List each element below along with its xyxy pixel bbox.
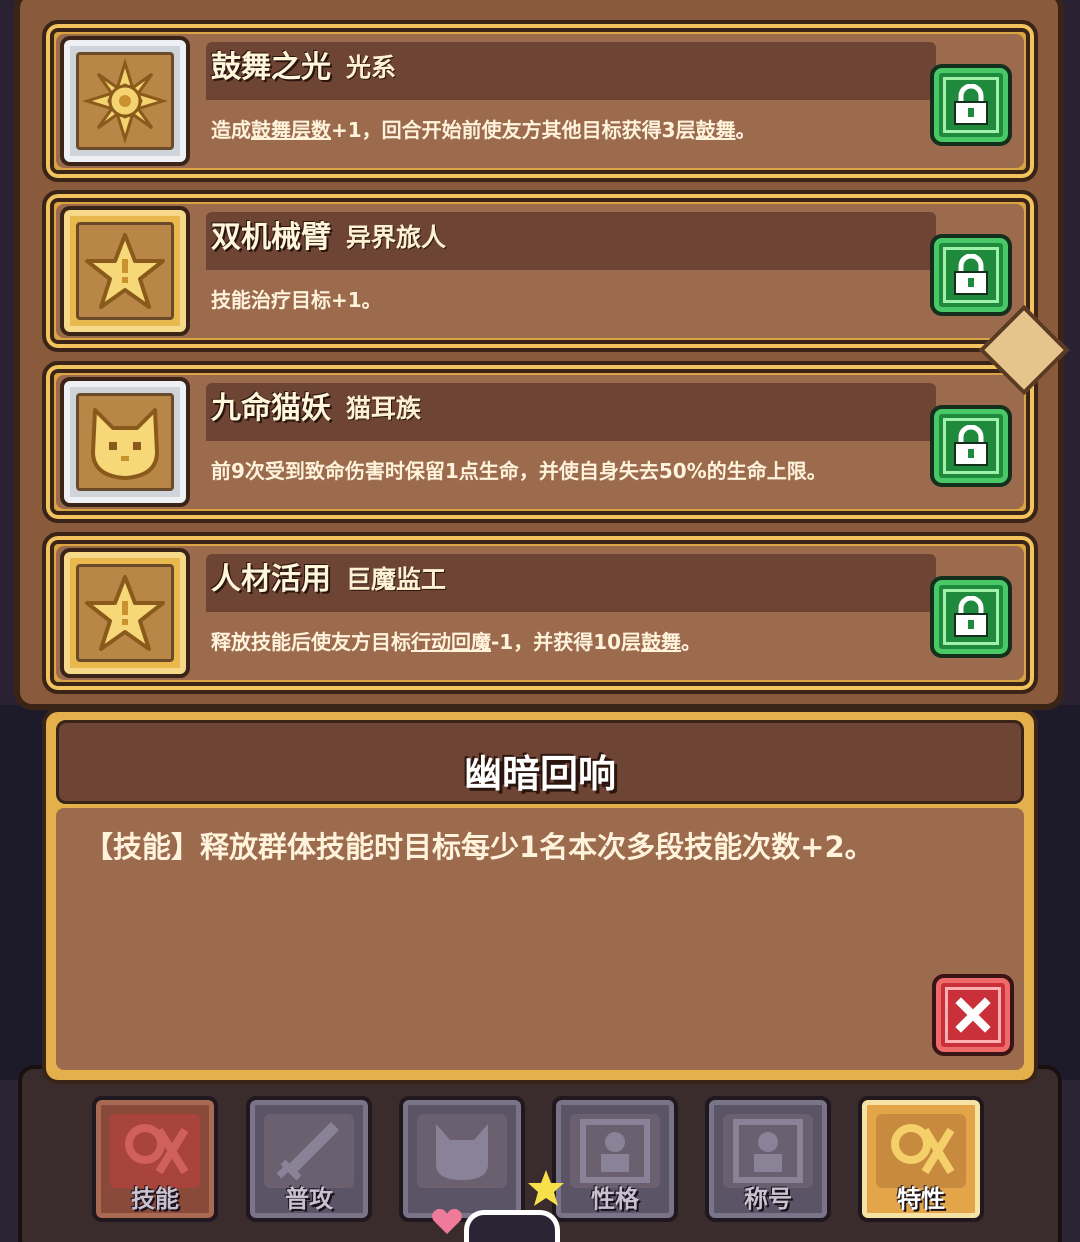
trait-icon-frame [60, 377, 190, 507]
keyword-link[interactable]: 鼓舞层数 [251, 118, 331, 142]
trait-icon-frame [60, 206, 190, 336]
desc-text: 造成 [211, 118, 251, 142]
popup-header: 幽暗回响 [56, 720, 1024, 804]
trait-icon [891, 1124, 955, 1175]
trait-icon-frame [60, 36, 190, 166]
sword-icon [276, 1122, 339, 1181]
tab-art [417, 1114, 507, 1188]
trait-title: 人材活用 [211, 563, 331, 596]
personality-icon [580, 1119, 650, 1183]
title-icon [733, 1119, 803, 1183]
desc-text: 前9次受到致命伤害时保留1点生命，并使自身失去50%的生命上限。 [211, 459, 827, 483]
desc-text: 。 [681, 630, 702, 654]
tab-personality[interactable]: 性格 [552, 1096, 678, 1222]
trait-card[interactable]: 鼓舞之光 光系 造成鼓舞层数+1，回合开始前使友方其他目标获得3层鼓舞。 [42, 20, 1038, 182]
tab-art [264, 1114, 354, 1188]
lock-button[interactable] [930, 576, 1012, 658]
trait-description: 技能治疗目标+1。 [211, 284, 382, 313]
lock-icon [954, 596, 988, 637]
lock-icon [954, 254, 988, 295]
trait-source: 光系 [346, 53, 397, 82]
star-icon [85, 233, 165, 309]
star-icon [85, 575, 165, 651]
tab-trait[interactable]: 特性 [858, 1096, 984, 1222]
trait-card-body [56, 375, 1024, 509]
heart-icon [432, 1208, 462, 1234]
popup-body: 【技能】释放群体技能时目标每少1名本次多段技能次数+2。 [56, 808, 1024, 1070]
tab-title[interactable]: 称号 [705, 1096, 831, 1222]
tab-normal-attack[interactable]: 普攻 [246, 1096, 372, 1222]
star-sparkle-icon [528, 1170, 564, 1206]
popup-description: 【技能】释放群体技能时目标每少1名本次多段技能次数+2。 [84, 830, 874, 864]
tab-skill[interactable]: 技能 [92, 1096, 218, 1222]
trait-card[interactable]: 人材活用 巨魔监工 释放技能后使友方目标行动回魔-1，并获得10层鼓舞。 [42, 532, 1038, 694]
keyword-link[interactable]: 行动回魔 [411, 630, 491, 654]
trait-description: 释放技能后使友方目标行动回魔-1，并获得10层鼓舞。 [211, 626, 701, 655]
keyword-link[interactable]: 鼓舞 [641, 630, 681, 654]
sun-icon [83, 59, 167, 143]
trait-source: 猫耳族 [346, 394, 422, 423]
trait-card-body [56, 34, 1024, 168]
keyword-link[interactable]: 鼓舞 [696, 118, 736, 142]
trait-description: 前9次受到致命伤害时保留1点生命，并使自身失去50%的生命上限。 [211, 455, 827, 484]
tab-art [570, 1114, 660, 1188]
tab-label: 技能 [131, 1185, 179, 1213]
tab-art [723, 1114, 813, 1188]
lock-icon [954, 425, 988, 466]
tab-label: 普攻 [285, 1185, 333, 1213]
lock-button[interactable] [930, 234, 1012, 316]
lock-button[interactable] [930, 64, 1012, 146]
lock-button[interactable] [930, 405, 1012, 487]
desc-text: 技能治疗目标+1。 [211, 288, 382, 312]
trait-icon-frame [60, 548, 190, 678]
trait-card-body [56, 546, 1024, 680]
desc-text: -1，并获得10层 [491, 630, 642, 654]
tab-label: 性格 [591, 1185, 639, 1213]
tab-label: 称号 [744, 1185, 792, 1213]
trait-card-body [56, 204, 1024, 338]
popup-title: 幽暗回响 [463, 754, 616, 796]
trait-source: 巨魔监工 [346, 565, 447, 594]
trait-card[interactable]: 九命猫妖 猫耳族 前9次受到致命伤害时保留1点生命，并使自身失去50%的生命上限… [42, 361, 1038, 523]
trait-source: 异界旅人 [346, 223, 447, 252]
tab-pet[interactable] [399, 1096, 525, 1222]
tab-label: 特性 [897, 1185, 945, 1213]
tab-art [876, 1114, 966, 1188]
close-icon [955, 997, 991, 1033]
trait-list[interactable]: 鼓舞之光 光系 造成鼓舞层数+1，回合开始前使友方其他目标获得3层鼓舞。 双机械… [0, 0, 1080, 700]
trait-card[interactable]: 双机械臂 异界旅人 技能治疗目标+1。 [42, 190, 1038, 352]
trait-detail-popup: 幽暗回响 【技能】释放群体技能时目标每少1名本次多段技能次数+2。 [42, 708, 1038, 1084]
desc-text: 。 [735, 118, 756, 142]
trait-description: 造成鼓舞层数+1，回合开始前使友方其他目标获得3层鼓舞。 [211, 114, 756, 143]
center-badge[interactable] [464, 1210, 560, 1242]
trait-title: 双机械臂 [211, 221, 331, 254]
cat-icon [91, 408, 159, 480]
pet-icon [436, 1124, 488, 1180]
desc-text: 释放技能后使友方目标 [211, 630, 411, 654]
close-button[interactable] [932, 974, 1014, 1056]
lock-icon [954, 84, 988, 125]
desc-text: +1，回合开始前使友方其他目标获得3层 [331, 118, 696, 142]
trait-title: 九命猫妖 [211, 392, 331, 425]
trait-title: 鼓舞之光 [211, 51, 331, 84]
tab-art [110, 1114, 200, 1188]
skill-icon [125, 1124, 189, 1175]
